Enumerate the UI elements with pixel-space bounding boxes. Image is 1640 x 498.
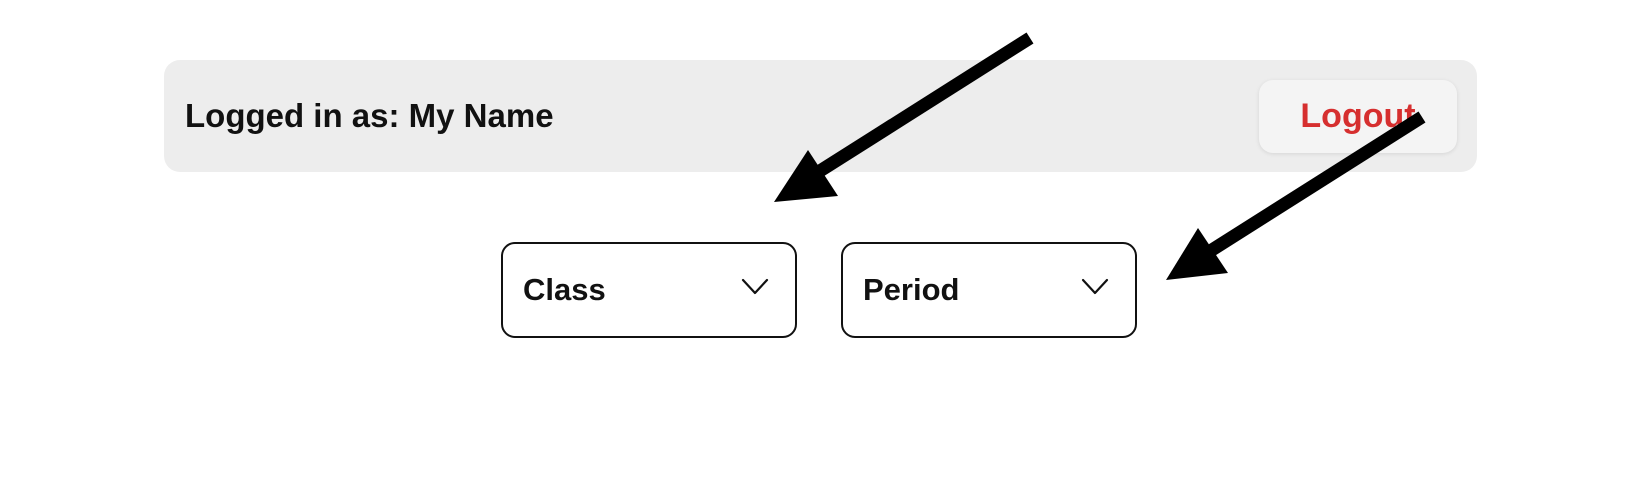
chevron-down-icon — [741, 278, 769, 295]
page: Logged in as: My Name Logout Class Perio… — [0, 0, 1640, 498]
period-select[interactable]: Period — [841, 242, 1137, 338]
logged-in-user-label: Logged in as: My Name — [185, 97, 554, 134]
period-select-value: Period — [863, 272, 960, 307]
class-select[interactable]: Class — [501, 242, 797, 338]
logout-button[interactable]: Logout — [1259, 80, 1457, 153]
chevron-down-icon — [1081, 278, 1109, 295]
class-select-value: Class — [523, 272, 606, 307]
header-bar: Logged in as: My Name Logout — [164, 60, 1477, 172]
